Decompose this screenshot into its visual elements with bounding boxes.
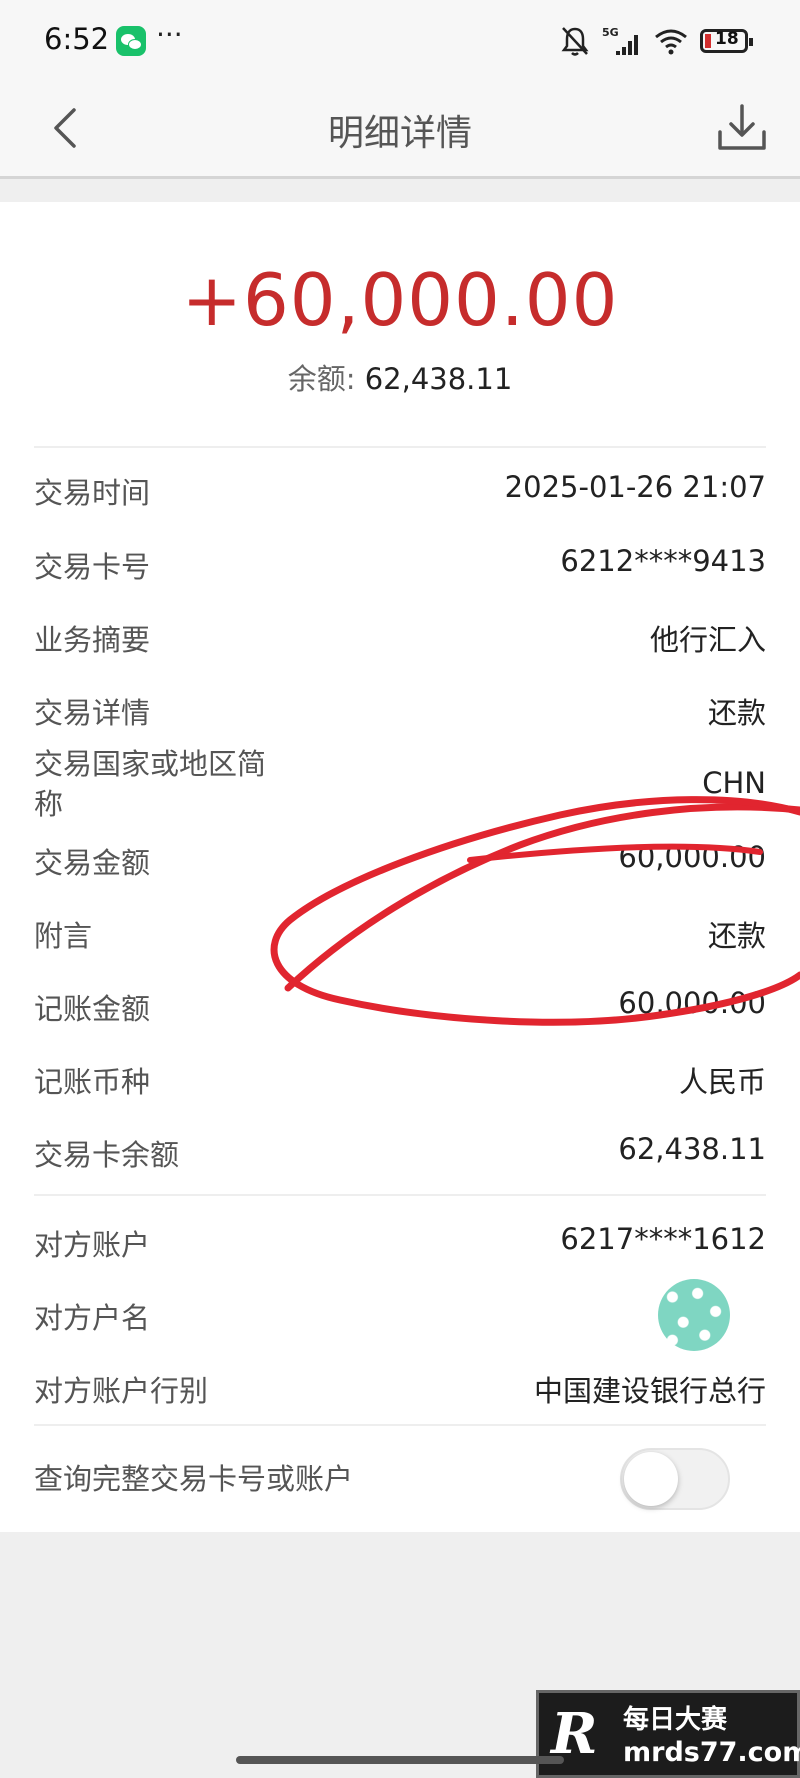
watermark-title: 每日大赛: [623, 1705, 728, 1735]
balance-value: 62,438.11: [364, 362, 513, 396]
detail-value: 还款: [707, 919, 766, 953]
detail-label: 记账金额: [34, 992, 151, 1026]
detail-label: 交易时间: [34, 476, 151, 510]
detail-label: 对方户名: [34, 1301, 151, 1335]
more-notifications-icon: ···: [156, 18, 183, 51]
download-button[interactable]: [714, 100, 770, 156]
detail-value: 2025-01-26 21:07: [504, 470, 766, 504]
status-indicators: 5G 18: [560, 22, 753, 60]
detail-label: 交易卡号: [34, 550, 151, 584]
privacy-mask-sticker: [658, 1279, 730, 1351]
detail-label: 对方账户行别: [34, 1374, 209, 1408]
detail-label: 交易详情: [34, 696, 151, 730]
battery-level: 18: [715, 29, 739, 49]
transaction-detail-card: +60,000.00 余额: 62,438.11 交易时间 2025-01-26…: [0, 202, 800, 1532]
detail-label: 交易国家或地区简称: [34, 747, 267, 821]
status-time: 6:52: [44, 22, 110, 56]
query-full-account-label: 查询完整交易卡号或账户: [34, 1462, 354, 1496]
watermark-badge: R 每日大赛 mrds77.com: [536, 1690, 800, 1778]
home-indicator[interactable]: [236, 1756, 564, 1764]
divider: [34, 1194, 766, 1196]
mute-bell-icon: [561, 27, 589, 56]
balance-label: 余额:: [287, 362, 356, 396]
toggle-knob: [624, 1452, 678, 1506]
balance-line: 余额: 62,438.11: [0, 356, 800, 398]
divider: [34, 446, 766, 448]
detail-value: 6212****9413: [560, 544, 766, 578]
detail-label: 附言: [34, 919, 93, 953]
page-title: 明细详情: [327, 113, 472, 154]
detail-value: 人民币: [678, 1065, 766, 1099]
wechat-icon: [116, 26, 146, 56]
watermark-url: mrds77.com: [623, 1737, 800, 1768]
detail-value: 60,000.00: [618, 986, 766, 1020]
detail-value: 中国建设银行总行: [533, 1374, 766, 1408]
divider: [34, 1424, 766, 1426]
status-bar: 6:52 ··· 5G 18: [0, 0, 800, 84]
detail-label: 对方账户: [34, 1228, 151, 1262]
detail-value: 他行汇入: [649, 623, 766, 657]
download-icon: [718, 104, 766, 150]
detail-value: 62,438.11: [618, 1132, 766, 1166]
detail-label: 业务摘要: [34, 623, 151, 657]
query-full-account-toggle[interactable]: [620, 1448, 730, 1510]
battery-icon: 18: [700, 29, 753, 53]
detail-value: 6217****1612: [560, 1222, 766, 1256]
detail-value: 60,000.00: [618, 840, 766, 874]
signal-5g-icon: 5G: [602, 26, 638, 55]
transaction-amount: +60,000.00: [181, 258, 619, 342]
detail-value: CHN: [702, 766, 766, 800]
detail-label: 交易卡余额: [34, 1138, 180, 1172]
detail-label: 记账币种: [34, 1065, 151, 1099]
nav-bar: 明细详情: [0, 84, 800, 179]
wifi-icon: [655, 29, 687, 55]
network-type: 5G: [602, 26, 619, 39]
detail-value: 还款: [707, 696, 766, 730]
detail-label: 交易金额: [34, 846, 151, 880]
